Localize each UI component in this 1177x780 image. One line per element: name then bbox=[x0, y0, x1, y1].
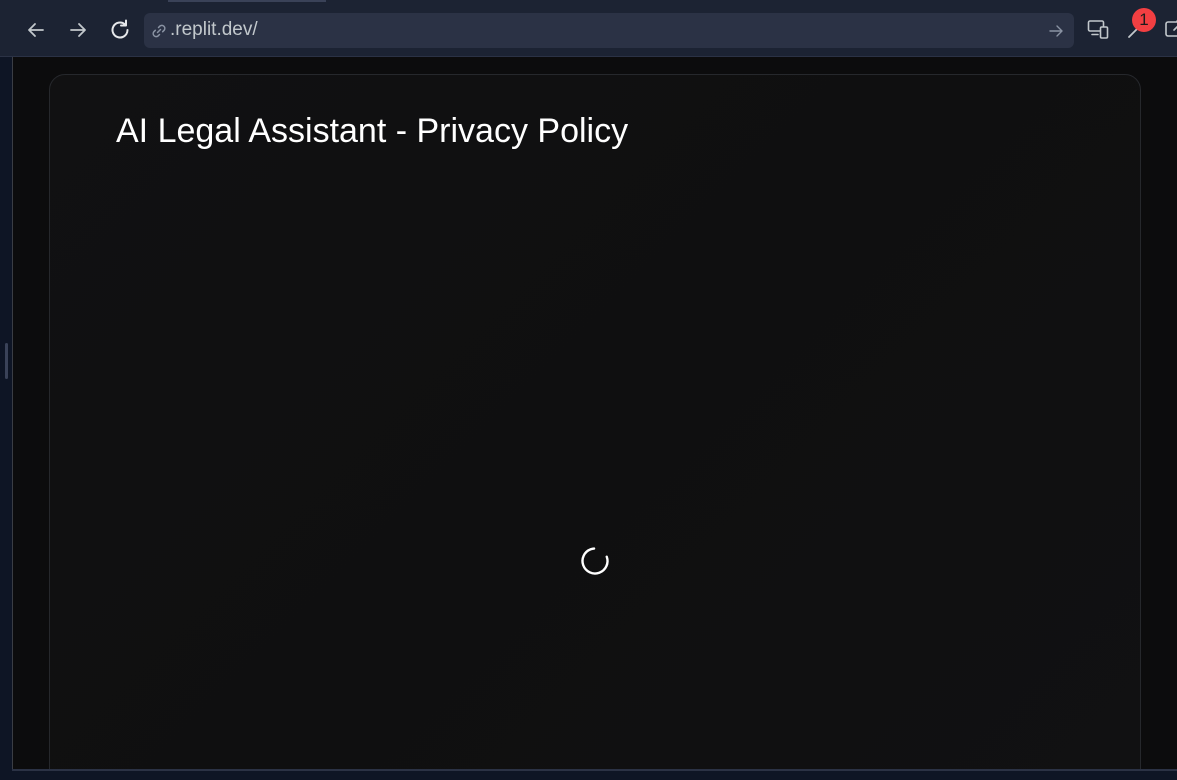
url-bar[interactable]: .replit.dev/ bbox=[144, 13, 1074, 48]
page-title: AI Legal Assistant - Privacy Policy bbox=[116, 112, 629, 150]
loading-spinner-icon bbox=[581, 547, 609, 575]
reload-button[interactable] bbox=[104, 14, 136, 46]
back-button[interactable] bbox=[20, 14, 52, 46]
open-new-tab-icon bbox=[1165, 20, 1177, 37]
resize-handle[interactable] bbox=[5, 343, 8, 379]
tab-indicator bbox=[168, 0, 326, 2]
reload-icon bbox=[111, 19, 129, 39]
bottom-border bbox=[0, 769, 1177, 780]
link-icon bbox=[152, 24, 166, 38]
browser-toolbar: .replit.dev/ 1 bbox=[0, 0, 1177, 57]
forward-button[interactable] bbox=[62, 14, 94, 46]
page-viewport: AI Legal Assistant - Privacy Policy bbox=[12, 57, 1177, 769]
arrow-right-icon bbox=[70, 23, 86, 37]
devices-icon bbox=[1087, 20, 1109, 39]
arrow-left-icon bbox=[28, 23, 44, 37]
url-text[interactable]: .replit.dev/ bbox=[170, 20, 258, 40]
open-new-tab-button[interactable] bbox=[1162, 16, 1177, 42]
devices-button[interactable] bbox=[1085, 16, 1111, 42]
content-card: AI Legal Assistant - Privacy Policy bbox=[49, 74, 1141, 769]
notification-badge: 1 bbox=[1132, 8, 1156, 32]
go-arrow-icon[interactable] bbox=[1048, 23, 1064, 39]
bottom-divider bbox=[12, 769, 1177, 771]
